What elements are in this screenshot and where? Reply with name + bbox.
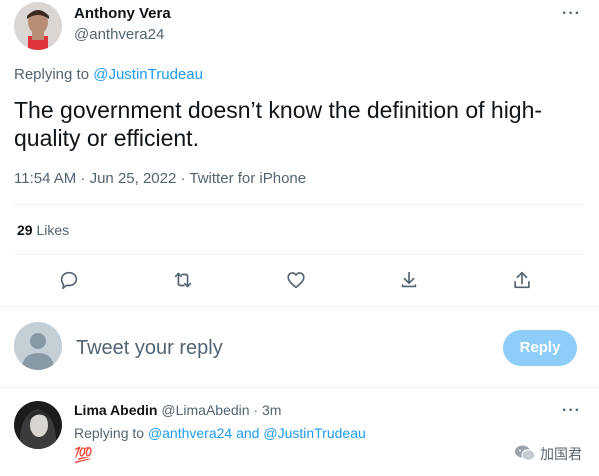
like-icon[interactable]	[285, 269, 307, 296]
wechat-icon	[515, 445, 536, 461]
divider	[14, 204, 584, 205]
replying-prefix: Replying to	[14, 66, 90, 83]
watermark-text: 加国君	[540, 447, 582, 463]
likes-stat[interactable]: 29 Likes	[17, 222, 69, 238]
more-options-icon[interactable]: ···	[562, 5, 581, 23]
reply-button[interactable]: Reply	[503, 330, 577, 366]
reply-replying-prefix: Replying to	[74, 425, 145, 441]
author-name[interactable]: Anthony Vera	[74, 5, 171, 22]
watermark: 加国君	[514, 440, 596, 466]
reply-separator: ·	[253, 402, 259, 418]
upload-icon[interactable]	[511, 269, 533, 296]
reply-timestamp[interactable]: 3m	[262, 402, 281, 418]
reply-text: 💯	[74, 447, 93, 464]
reply-author-name[interactable]: Lima Abedin	[74, 402, 158, 418]
likes-label: Likes	[36, 222, 70, 238]
likes-count: 29	[17, 222, 33, 238]
mention-link[interactable]: @JustinTrudeau	[93, 66, 203, 83]
share-icon[interactable]	[398, 269, 420, 296]
reply-more-options-icon[interactable]: ···	[562, 402, 581, 420]
reply-header: Lima Abedin @LimaAbedin · 3m	[74, 402, 281, 418]
divider	[0, 306, 599, 307]
reply-mention-2[interactable]: @JustinTrudeau	[263, 425, 365, 441]
tweet-meta: 11:54 AM · Jun 25, 2022 · Twitter for iP…	[14, 170, 307, 187]
reply-and-word: and	[236, 425, 260, 441]
reply-author-avatar[interactable]	[14, 401, 62, 449]
reply-replying-to-line: Replying to @anthvera24 and @JustinTrude…	[74, 425, 366, 441]
reply-author-handle[interactable]: @LimaAbedin	[161, 402, 249, 418]
divider	[0, 387, 599, 388]
retweet-icon[interactable]	[172, 269, 194, 296]
reply-mention-1[interactable]: @anthvera24	[148, 425, 232, 441]
author-handle[interactable]: @anthvera24	[74, 26, 164, 43]
author-avatar[interactable]	[14, 2, 62, 50]
comment-icon[interactable]	[58, 269, 80, 296]
own-avatar[interactable]	[14, 322, 62, 370]
divider	[14, 254, 584, 255]
replying-to-line: Replying to @JustinTrudeau	[14, 66, 203, 83]
reply-input[interactable]: Tweet your reply	[76, 337, 223, 360]
tweet-text: The government doesn’t know the definiti…	[14, 97, 543, 151]
